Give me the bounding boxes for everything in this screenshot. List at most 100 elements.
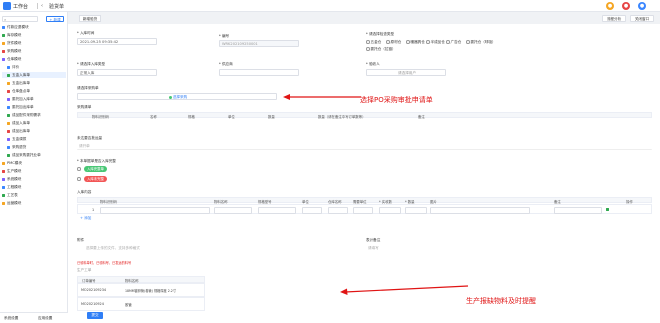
sidebar-item[interactable]: 委托加出库单 xyxy=(7,104,34,110)
tab-active[interactable]: 新增验货 xyxy=(79,15,101,22)
sidebar-item[interactable]: 采购退货 xyxy=(7,144,26,150)
message-icon[interactable]: ● xyxy=(622,2,630,10)
radio-icon xyxy=(446,40,450,44)
radio-label: 五金仓 xyxy=(370,40,382,44)
sidebar-item[interactable]: 成品入库单 xyxy=(7,120,30,126)
production-label: 生产工单 xyxy=(77,268,92,272)
sidebar-item[interactable]: 库存模块 xyxy=(2,32,21,38)
radio-complete[interactable] xyxy=(77,167,82,171)
inspect-type-radio[interactable]: 原材仓 xyxy=(386,40,401,45)
system-settings-link[interactable]: 系统设置 xyxy=(4,316,18,321)
inspector-input[interactable]: 请选择用户 xyxy=(366,69,446,76)
menu-icon xyxy=(7,97,10,101)
radio-icon xyxy=(426,40,430,44)
table-row: MO202109234 18MM镀锌管(卷管) 规格厚度 2.2寸 xyxy=(77,283,205,297)
radio-icon xyxy=(466,40,470,44)
inbound-type-select[interactable]: 正常入库 xyxy=(77,69,157,76)
remark-label: 表计备注 xyxy=(366,238,381,242)
column-header: 名称 xyxy=(150,115,157,119)
sidebar-item[interactable]: 评价 xyxy=(7,64,19,70)
radio-label: 委托仓（拉链） xyxy=(370,47,396,51)
menu-icon xyxy=(7,129,10,133)
material-name-input[interactable] xyxy=(214,206,252,214)
unit-input[interactable] xyxy=(302,206,322,214)
sidebar-item[interactable]: 仓库模块 xyxy=(2,56,21,62)
sidebar-item[interactable]: 工程模块 xyxy=(2,184,21,190)
not-inspect-label: 未达要否批运量 xyxy=(77,136,103,140)
sidebar-search-input[interactable]: ⌕ xyxy=(2,16,38,22)
sidebar-item-label: 五金出库单 xyxy=(12,81,30,85)
material-code-select[interactable] xyxy=(100,206,210,214)
submit-button[interactable]: 提交 xyxy=(87,312,103,319)
sidebar-item[interactable]: 委托加入库单 xyxy=(7,96,34,102)
inspect-type-radio[interactable]: 委托仓（拉链） xyxy=(366,47,396,52)
sidebar-item-label: 生产模块 xyxy=(7,169,22,173)
tabs-bar xyxy=(68,12,660,24)
sidebar-item[interactable]: 五金调拨 xyxy=(7,136,26,142)
radio-label: 委托仓（呼吸） xyxy=(470,40,496,44)
prod-order-cell: MO20210924 xyxy=(81,302,104,306)
qty-input[interactable] xyxy=(405,206,427,214)
sidebar-item[interactable]: 货件模块 xyxy=(2,40,21,46)
need-inspect-label: * 本单据单是否入库完整 xyxy=(77,159,116,163)
inspect-type-radio[interactable]: 五金仓 xyxy=(366,40,381,45)
po-select-button[interactable]: 选择采购 xyxy=(77,93,277,100)
sidebar-item[interactable]: 系统模块 xyxy=(2,176,21,182)
need-unit-input[interactable] xyxy=(353,206,373,214)
radio-incomplete[interactable] xyxy=(77,177,82,181)
not-inspect-input[interactable]: 请开单 xyxy=(77,143,652,150)
spec-input[interactable] xyxy=(258,206,296,214)
production-table-header: 订单编号 物料名称 xyxy=(77,276,205,283)
app-settings-link[interactable]: 应用设置 xyxy=(38,316,52,321)
new-button[interactable]: + 新建 xyxy=(46,16,64,22)
inspect-type-radio[interactable]: 广告仓 xyxy=(446,40,461,45)
attachment-upload[interactable]: 选择要上传的文件，支持多种格式 xyxy=(84,245,170,252)
prod-order-cell: MO202109234 xyxy=(81,288,107,292)
top-bar: 工作台 ‹ 验货单 ● ● ● xyxy=(0,0,660,12)
menu-icon xyxy=(2,193,5,197)
sidebar-item-label: 货件模块 xyxy=(7,41,22,45)
menu-icon xyxy=(7,89,10,93)
sidebar-item-label: 五金入库单 xyxy=(12,73,30,77)
help-button[interactable]: 流程分析 xyxy=(602,15,626,22)
image-input[interactable] xyxy=(554,206,602,214)
add-row-button[interactable]: + 添加 xyxy=(80,216,91,221)
sidebar-item-label: 工艺表 xyxy=(7,193,18,197)
entry-time-input[interactable]: 2021-09-25 09:35:42 xyxy=(77,38,157,45)
back-icon[interactable]: ‹ xyxy=(41,3,43,9)
sidebar-item[interactable]: 付款应退模块 xyxy=(2,24,29,30)
inspect-type-radio[interactable]: 暖器具仓 xyxy=(406,40,425,45)
sidebar-item[interactable]: 成品配件采购需求 xyxy=(7,112,41,118)
sidebar-item[interactable]: 运营模块 xyxy=(2,200,21,206)
sidebar-item[interactable]: 生产模块 xyxy=(2,168,21,174)
menu-icon xyxy=(7,121,10,125)
warehouse-input[interactable] xyxy=(328,206,348,214)
sidebar-item[interactable]: PMC模块 xyxy=(2,160,22,166)
tag-incomplete[interactable]: 入库未完整 xyxy=(84,176,107,182)
remark-input[interactable] xyxy=(430,206,530,214)
sidebar-item[interactable]: 成品出库单 xyxy=(7,128,30,134)
sidebar-item[interactable]: 五金入库单 xyxy=(2,72,66,78)
sidebar-item[interactable]: 工艺表 xyxy=(2,192,18,198)
sidebar-item[interactable]: 成品采购委托业单 xyxy=(7,152,41,158)
sidebar-item[interactable]: 仓库盘点单 xyxy=(7,88,30,94)
sidebar-item[interactable]: 五金出库单 xyxy=(7,80,30,86)
production-annotation: 生产报缺物料及时提醒 xyxy=(466,297,536,305)
app-title[interactable]: 工作台 xyxy=(13,3,28,10)
inspect-type-radio[interactable]: 委托仓（呼吸） xyxy=(466,40,496,45)
supplier-select[interactable] xyxy=(219,69,299,76)
sidebar-item-label: 采购退货 xyxy=(12,145,27,149)
sidebar-item-label: 仓库模块 xyxy=(7,57,22,61)
notification-icon[interactable]: ● xyxy=(606,2,614,10)
avatar[interactable]: ● xyxy=(638,2,646,10)
sidebar-item[interactable]: 采购模块 xyxy=(2,48,21,54)
close-button[interactable]: 关闭窗口 xyxy=(630,15,654,22)
column-header: 数量 xyxy=(268,115,275,119)
image-upload-icon[interactable] xyxy=(606,208,609,211)
tag-complete[interactable]: 入库完整单 xyxy=(84,166,107,172)
radio-label: 广告仓 xyxy=(450,40,462,44)
number-input: WRK202109250001 xyxy=(219,40,299,47)
remark-input-field[interactable]: 请填写 xyxy=(366,245,446,252)
inspect-type-radio[interactable]: 半成品仓 xyxy=(426,40,445,45)
received-qty-input[interactable] xyxy=(379,206,401,214)
